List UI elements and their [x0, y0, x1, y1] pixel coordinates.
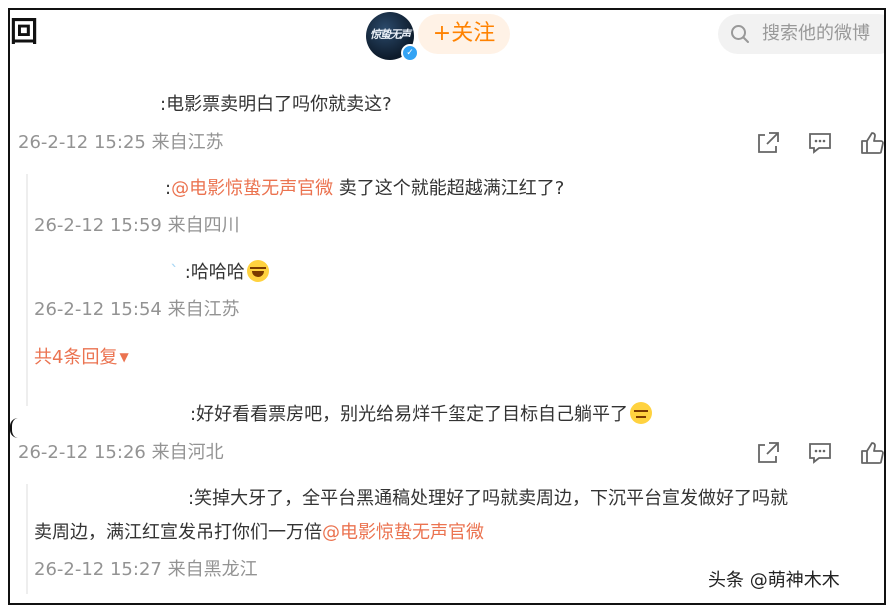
laugh-emoji-icon [246, 260, 269, 282]
reply-text: ` :哈哈哈 [170, 260, 269, 286]
verified-icon: ✓ [401, 44, 419, 62]
reply-body: 卖周边，满江红宣发吊打你们一万倍 [34, 522, 322, 543]
reply-text-line1: :笑掉大牙了，全平台黑通稿处理好了吗就卖周边，下沉平台宣发做好了吗就 [188, 488, 789, 509]
comment-text: :好好看看票房吧，别光给易烊千玺定了目标自己躺平了 [190, 402, 653, 428]
back-icon[interactable]: 回 [10, 12, 40, 52]
share-icon[interactable] [755, 130, 781, 156]
meh-emoji-icon [630, 402, 653, 424]
comment-icon[interactable] [807, 440, 833, 466]
search-placeholder: 搜索他的微博 [762, 23, 870, 44]
reply-text: :@电影惊蛰无声官微 卖了这个就能超越满江红了? [165, 176, 564, 202]
avatar-logo-text: 惊蛰无声 [370, 28, 411, 41]
comment-meta: 26-2-12 15:26 来自河北 [18, 442, 224, 463]
reply-thread-bar [26, 484, 28, 594]
reply-meta: 26-2-12 15:54 来自江苏 [34, 299, 240, 320]
mention-link[interactable]: @电影惊蛰无声官微 [322, 522, 484, 543]
reply-body: 卖了这个就能超越满江红了? [333, 178, 565, 199]
more-replies-label: 共4条回复 [34, 347, 118, 368]
search-input[interactable]: 搜索他的微博 [718, 14, 884, 54]
comment-body: :好好看看票房吧，别光给易烊千玺定了目标自己躺平了 [190, 404, 629, 425]
comment-text: :电影票卖明白了吗你就卖这? [160, 94, 392, 115]
reply-text-line2: 卖周边，满江红宣发吊打你们一万倍@电影惊蛰无声官微 [34, 520, 484, 546]
reply-meta: 26-2-12 15:59 来自四川 [34, 215, 240, 236]
chevron-down-icon: ▼ [119, 350, 129, 364]
comment-icon[interactable] [807, 130, 833, 156]
scroll-edge-marker [10, 418, 18, 438]
comment-panel: 回 惊蛰无声 ✓ +关注 搜索他的微博 :电影票卖明白了吗你就卖这? 26-2-… [8, 8, 886, 605]
like-icon[interactable] [859, 440, 885, 466]
comment-actions [755, 128, 885, 158]
mention-link[interactable]: @电影惊蛰无声官微 [171, 178, 333, 199]
reply-meta: 26-2-12 15:27 来自黑龙江 [34, 559, 258, 580]
more-replies-link[interactable]: 共4条回复 ▼ [34, 344, 129, 371]
share-icon[interactable] [755, 440, 781, 466]
comment-actions [755, 438, 885, 468]
reply-body: 哈哈哈 [190, 262, 245, 283]
like-icon[interactable] [859, 130, 885, 156]
search-icon [731, 25, 749, 43]
reply-thread-bar [26, 174, 28, 406]
follow-button[interactable]: +关注 [418, 14, 510, 54]
watermark: 头条 @萌神木木 [708, 570, 840, 591]
comment-meta: 26-2-12 15:25 来自江苏 [18, 132, 224, 153]
